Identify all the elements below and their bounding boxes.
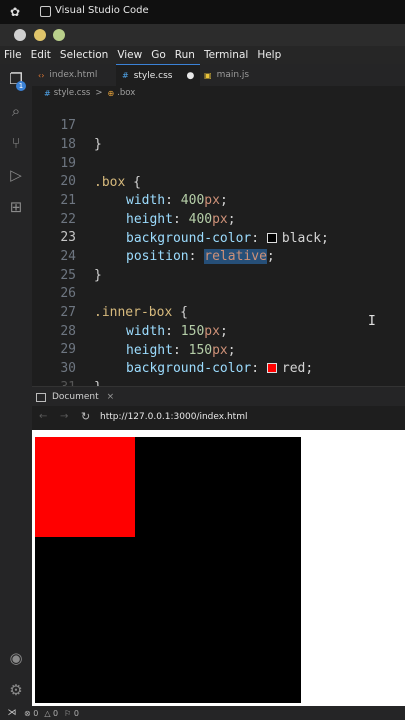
editor-tabs: ‹› index.html # style.css ● ▣ main.js (32, 64, 405, 86)
menu-bar: File Edit Selection View Go Run Terminal… (0, 46, 405, 64)
menu-edit[interactable]: Edit (31, 49, 51, 61)
menu-help[interactable]: Help (257, 49, 281, 61)
code-line: 25 (60, 267, 76, 283)
menu-file[interactable]: File (4, 49, 22, 61)
maximize-window-button[interactable] (53, 29, 65, 41)
status-bar: ⋊ ⊗ 0 △ 0 ⚐ 0 (0, 706, 405, 720)
browser-viewport (32, 430, 405, 706)
vscode-app-icon (40, 6, 51, 17)
forward-arrow-icon[interactable]: → (60, 411, 68, 422)
settings-icon[interactable]: ✿ (8, 5, 22, 19)
code-line: 21 height: 400px; (60, 193, 236, 227)
js-icon: ▣ (204, 70, 212, 80)
code-line-current: 23 position: relative; (60, 230, 275, 264)
os-title-bar: ✿ Visual Studio Code (0, 0, 405, 24)
html-icon: ‹› (38, 70, 45, 80)
account-icon[interactable]: ◉ (7, 649, 25, 667)
tab-index-html[interactable]: ‹› index.html (38, 64, 116, 86)
explorer-badge: 1 (16, 81, 26, 91)
simple-browser-panel-header: Document × (32, 386, 405, 406)
status-errors[interactable]: ⊗ 0 (24, 709, 38, 718)
run-debug-icon[interactable]: ▷ (7, 166, 25, 184)
code-line: 30 } (60, 361, 101, 395)
menu-selection[interactable]: Selection (60, 49, 108, 61)
status-ports[interactable]: ⚐ 0 (64, 709, 79, 718)
code-line: 29 background-color: red; (60, 342, 314, 376)
code-line: 27 width: 150px; (60, 305, 228, 339)
code-line: 24 } (60, 249, 102, 283)
code-line: 28 height: 150px; (60, 323, 236, 358)
code-editor[interactable]: 17 } 18 19 .box { 20 width: 400px; 21 he… (32, 100, 405, 395)
menu-terminal[interactable]: Terminal (204, 49, 248, 61)
code-line: 17 } (60, 118, 102, 152)
window-controls (0, 24, 405, 46)
css-icon: # (122, 71, 129, 80)
close-window-button[interactable] (14, 29, 26, 41)
tab-document[interactable]: Document × (36, 387, 114, 407)
browser-address-bar: ← → ↻ http://127.0.0.1:3000/index.html (32, 406, 405, 430)
source-control-icon[interactable]: ⑂ (7, 134, 25, 152)
code-line: 31 (32, 359, 405, 395)
status-warnings[interactable]: △ 0 (44, 709, 58, 718)
code-line: 20 width: 400px; (60, 174, 228, 208)
menu-view[interactable]: View (117, 49, 142, 61)
tab-style-css[interactable]: # style.css ● (116, 64, 200, 86)
tab-main-js[interactable]: ▣ main.js (200, 64, 270, 86)
code-line: 26 .inner-box { (60, 286, 188, 320)
mouse-ibeam-cursor: I (368, 314, 376, 329)
menu-go[interactable]: Go (151, 49, 166, 61)
unsaved-dot[interactable]: ● (186, 71, 194, 81)
code-line: 18 (60, 136, 76, 152)
extensions-icon[interactable]: ⊞ (7, 198, 25, 216)
close-icon[interactable]: × (107, 392, 115, 402)
minimize-window-button[interactable] (34, 29, 46, 41)
code-line: 19 .box { (60, 155, 141, 190)
back-arrow-icon[interactable]: ← (39, 411, 47, 422)
code-line: 22 background-color: black; (60, 211, 329, 246)
rendered-inner-box (35, 437, 135, 537)
rendered-box (35, 437, 301, 703)
activity-bar: ❐ 1 ⌕ ⑂ ▷ ⊞ ◉ ⚙ (0, 64, 32, 706)
reload-icon[interactable]: ↻ (81, 410, 90, 423)
search-icon[interactable]: ⌕ (7, 102, 25, 120)
url-field[interactable]: http://127.0.0.1:3000/index.html (100, 412, 247, 422)
app-title: Visual Studio Code (55, 5, 149, 16)
manage-gear-icon[interactable]: ⚙ (7, 681, 25, 699)
browser-tab-icon (36, 392, 46, 402)
menu-run[interactable]: Run (175, 49, 195, 61)
remote-icon[interactable]: ⋊ (0, 706, 24, 720)
